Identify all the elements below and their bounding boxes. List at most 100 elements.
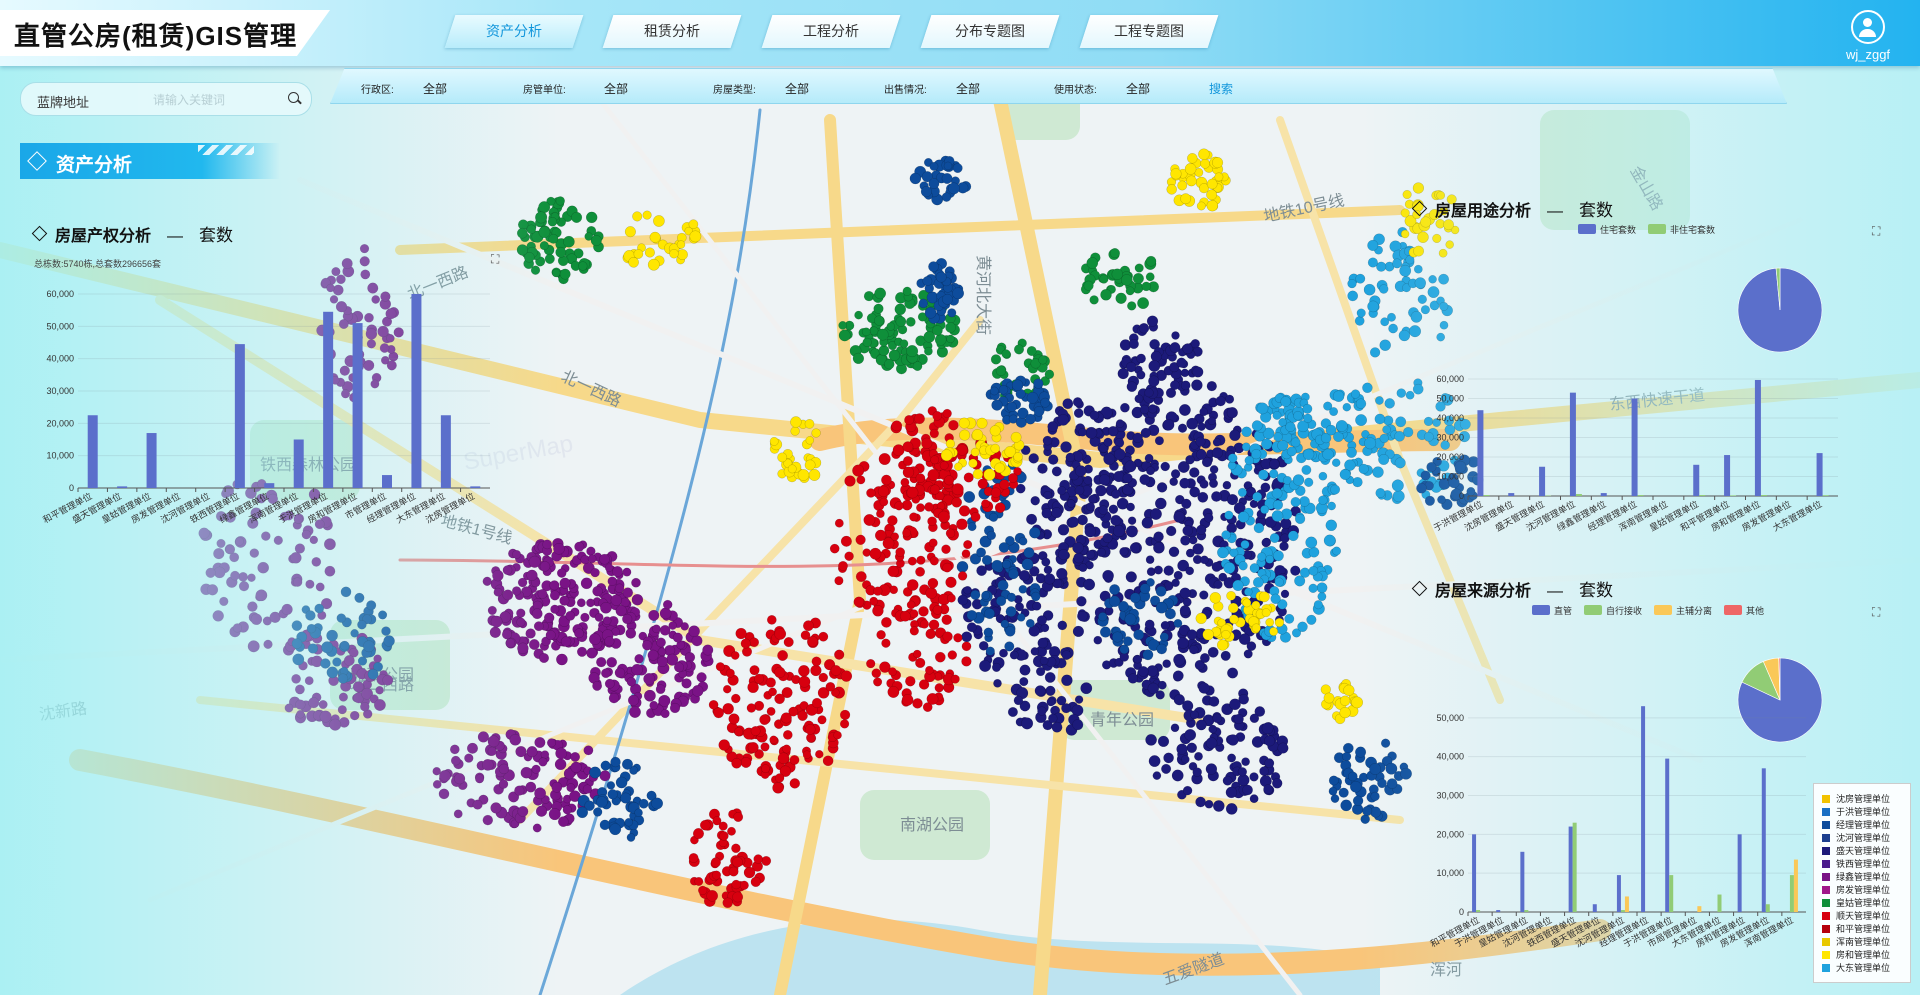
map-point[interactable] bbox=[1160, 620, 1170, 630]
map-point[interactable] bbox=[1216, 639, 1229, 651]
filter-select-status[interactable]: 全部 bbox=[1126, 80, 1150, 97]
map-point[interactable] bbox=[1061, 703, 1072, 714]
map-point[interactable] bbox=[599, 770, 611, 782]
map-point[interactable] bbox=[1026, 346, 1037, 356]
map-point[interactable] bbox=[976, 565, 987, 576]
map-point[interactable] bbox=[958, 417, 970, 429]
map-point[interactable] bbox=[722, 684, 732, 694]
map-point[interactable] bbox=[947, 182, 960, 195]
map-point[interactable] bbox=[1272, 410, 1282, 420]
map-point[interactable] bbox=[972, 468, 984, 480]
map-point[interactable] bbox=[929, 484, 940, 495]
map-point[interactable] bbox=[900, 477, 910, 487]
map-point[interactable] bbox=[1226, 590, 1236, 601]
map-point[interactable] bbox=[1205, 763, 1218, 775]
map-point[interactable] bbox=[919, 619, 929, 629]
map-point[interactable] bbox=[1277, 742, 1289, 754]
map-point[interactable] bbox=[1060, 441, 1072, 453]
map-point[interactable] bbox=[1299, 496, 1310, 507]
chart-bar[interactable] bbox=[87, 415, 98, 488]
map-point[interactable] bbox=[1272, 550, 1284, 562]
map-point[interactable] bbox=[1308, 566, 1319, 576]
map-point[interactable] bbox=[1197, 491, 1209, 503]
chart-bar[interactable] bbox=[1754, 379, 1761, 496]
map-point[interactable] bbox=[1139, 474, 1151, 486]
map-point[interactable] bbox=[1269, 627, 1279, 636]
map-point[interactable] bbox=[1018, 569, 1031, 582]
chart-bar[interactable] bbox=[1520, 851, 1525, 912]
map-point[interactable] bbox=[1077, 514, 1088, 526]
chart-bar[interactable] bbox=[1665, 758, 1670, 912]
map-point[interactable] bbox=[662, 599, 673, 610]
search-button[interactable]: 搜索 bbox=[1209, 80, 1233, 97]
map-point[interactable] bbox=[1031, 591, 1041, 602]
map-point[interactable] bbox=[711, 870, 722, 880]
map-point[interactable] bbox=[1322, 448, 1334, 461]
map-point[interactable] bbox=[1026, 391, 1039, 404]
chart-bar[interactable] bbox=[1575, 494, 1582, 496]
map-point[interactable] bbox=[1212, 713, 1223, 724]
map-point[interactable] bbox=[1221, 629, 1231, 640]
map-point[interactable] bbox=[998, 385, 1009, 395]
map-point[interactable] bbox=[1251, 448, 1262, 460]
map-point[interactable] bbox=[1028, 453, 1039, 464]
map-point[interactable] bbox=[590, 235, 602, 247]
map-point[interactable] bbox=[1313, 600, 1323, 610]
map-point[interactable] bbox=[1141, 516, 1154, 529]
map-point[interactable] bbox=[574, 541, 585, 552]
map-point[interactable] bbox=[1001, 559, 1011, 569]
map-point[interactable] bbox=[1180, 535, 1191, 546]
map-point[interactable] bbox=[1249, 772, 1259, 782]
map-point[interactable] bbox=[1145, 555, 1155, 565]
map-point[interactable] bbox=[1008, 568, 1019, 580]
map-point[interactable] bbox=[1257, 552, 1267, 562]
map-point[interactable] bbox=[653, 215, 665, 227]
map-point[interactable] bbox=[1145, 734, 1157, 746]
map-point[interactable] bbox=[1241, 757, 1250, 767]
map-point[interactable] bbox=[610, 756, 621, 768]
map-point[interactable] bbox=[904, 415, 915, 425]
map-point[interactable] bbox=[1265, 554, 1275, 564]
map-point[interactable] bbox=[834, 576, 844, 586]
map-point[interactable] bbox=[588, 633, 601, 646]
map-point[interactable] bbox=[946, 334, 955, 344]
map-point[interactable] bbox=[769, 735, 778, 745]
map-point[interactable] bbox=[1061, 674, 1073, 687]
map-point[interactable] bbox=[970, 589, 981, 600]
map-point[interactable] bbox=[1280, 589, 1290, 599]
chart-bar[interactable] bbox=[1472, 834, 1477, 912]
chart-bar[interactable] bbox=[1616, 875, 1621, 912]
map-point[interactable] bbox=[1202, 628, 1214, 641]
map-point[interactable] bbox=[906, 345, 919, 358]
map-point[interactable] bbox=[971, 429, 984, 441]
map-point[interactable] bbox=[766, 706, 776, 716]
map-point[interactable] bbox=[1062, 398, 1074, 410]
map-point[interactable] bbox=[594, 612, 604, 622]
map-point[interactable] bbox=[1249, 563, 1260, 574]
map-point[interactable] bbox=[856, 475, 866, 485]
map-point[interactable] bbox=[878, 452, 891, 466]
map-point[interactable] bbox=[1034, 685, 1046, 697]
map-point[interactable] bbox=[1126, 381, 1138, 393]
map-point[interactable] bbox=[1330, 794, 1340, 803]
map-point[interactable] bbox=[1232, 579, 1244, 592]
map-point[interactable] bbox=[731, 879, 741, 890]
map-point[interactable] bbox=[1224, 510, 1234, 520]
map-point[interactable] bbox=[1196, 524, 1207, 535]
map-point[interactable] bbox=[1343, 684, 1355, 696]
map-point[interactable] bbox=[1084, 525, 1097, 538]
map-point[interactable] bbox=[715, 662, 725, 672]
map-point[interactable] bbox=[818, 672, 829, 683]
map-legend-item[interactable]: 盛天管理单位 bbox=[1822, 844, 1890, 857]
map-point[interactable] bbox=[1220, 650, 1231, 661]
map-point[interactable] bbox=[1072, 397, 1083, 407]
map-point[interactable] bbox=[970, 511, 981, 522]
map-point[interactable] bbox=[1047, 454, 1059, 465]
map-point[interactable] bbox=[1200, 555, 1209, 565]
map-point[interactable] bbox=[1013, 695, 1024, 706]
map-point[interactable] bbox=[1109, 584, 1121, 596]
legend-self[interactable]: 自行接收 bbox=[1584, 604, 1642, 617]
map-point[interactable] bbox=[1013, 452, 1023, 462]
map-point[interactable] bbox=[1305, 536, 1318, 549]
map-point[interactable] bbox=[1147, 404, 1158, 414]
